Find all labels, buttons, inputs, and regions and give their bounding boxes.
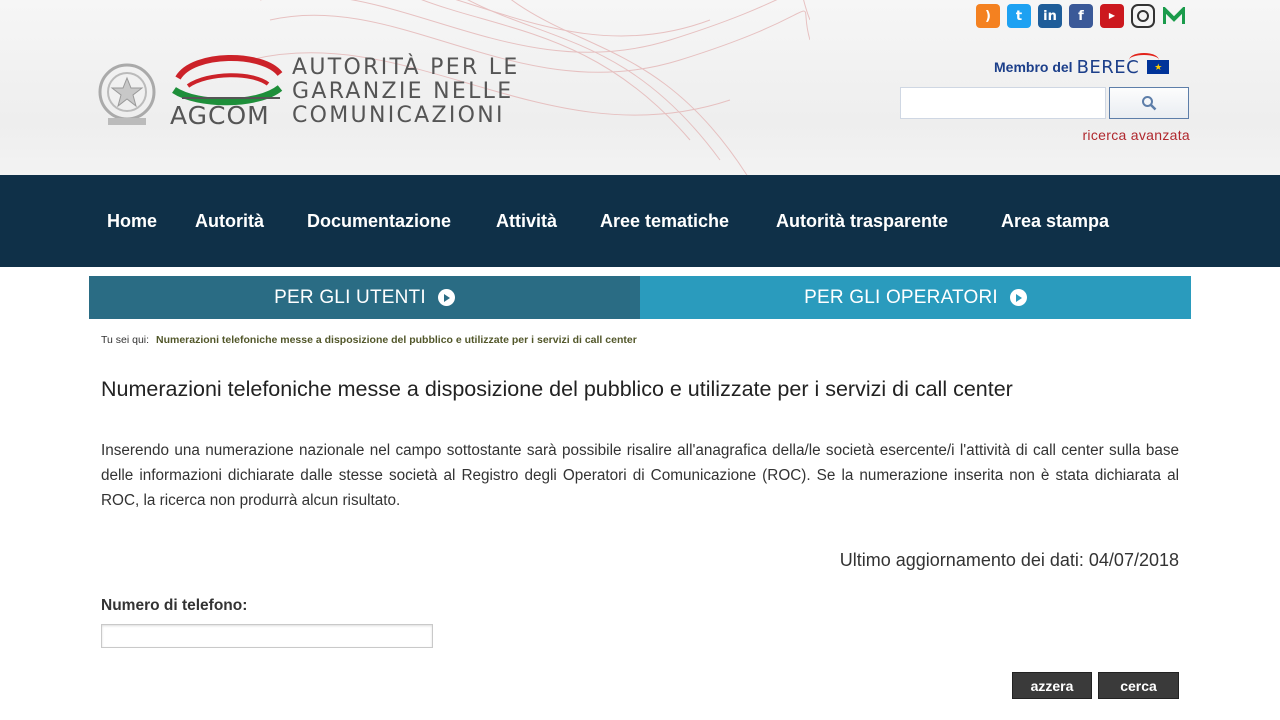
logo-full-name: AUTORITÀ PER LE GARANZIE NELLE COMUNICAZ…: [292, 56, 520, 128]
search-icon: [1142, 96, 1157, 111]
tab-per-gli-operatori[interactable]: PER GLI OPERATORI: [640, 276, 1191, 319]
berec-logo: BEREC: [1076, 52, 1159, 78]
reset-button[interactable]: azzera: [1012, 672, 1092, 699]
arrow-right-icon: [437, 289, 455, 306]
phone-number-input[interactable]: [101, 624, 433, 648]
facebook-icon[interactable]: f: [1069, 4, 1093, 28]
nav-item-home[interactable]: Home: [107, 211, 157, 232]
logo-name-line: COMUNICAZIONI: [292, 103, 505, 128]
nav-item-aree-tematiche[interactable]: Aree tematiche: [600, 211, 729, 232]
last-update-label: Ultimo aggiornamento dei dati:: [839, 550, 1084, 570]
rss-icon[interactable]: ): [976, 4, 1000, 28]
berec-label: Membro del: [994, 59, 1073, 75]
main-navigation: Home Autorità Documentazione Attività Ar…: [0, 175, 1280, 267]
instagram-icon[interactable]: [1131, 4, 1155, 28]
agcom-logo[interactable]: AGCOM AUTORITÀ PER LE GARANZIE NELLE COM…: [168, 50, 548, 136]
page-title: Numerazioni telefoniche messe a disposiz…: [101, 377, 1013, 401]
logo-name-line: GARANZIE NELLE: [292, 79, 514, 104]
last-update-date: 04/07/2018: [1088, 550, 1179, 570]
nav-item-autorita-trasparente[interactable]: Autorità trasparente: [776, 211, 948, 232]
breadcrumb: Tu sei qui: Numerazioni telefoniche mess…: [101, 334, 637, 346]
medium-icon[interactable]: [1162, 4, 1186, 28]
youtube-icon[interactable]: ▶: [1100, 4, 1124, 28]
breadcrumb-label: Tu sei qui:: [101, 334, 150, 346]
nav-item-attivita[interactable]: Attività: [496, 211, 557, 232]
republic-emblem: [98, 63, 156, 125]
tab-label: PER GLI UTENTI: [274, 286, 426, 308]
nav-item-area-stampa[interactable]: Area stampa: [1001, 211, 1109, 232]
phone-number-label: Numero di telefono:: [101, 597, 248, 614]
twitter-icon[interactable]: t: [1007, 4, 1031, 28]
search-button[interactable]: cerca: [1098, 672, 1179, 699]
breadcrumb-current[interactable]: Numerazioni telefoniche messe a disposiz…: [156, 334, 637, 346]
advanced-search-link[interactable]: ricerca avanzata: [1000, 127, 1190, 143]
berec-membership[interactable]: Membro del BEREC ★: [994, 52, 1170, 79]
nav-item-autorita[interactable]: Autorità: [195, 211, 264, 232]
intro-text: Inserendo una numerazione nazionale nel …: [101, 442, 1179, 509]
site-header: AGCOM AUTORITÀ PER LE GARANZIE NELLE COM…: [0, 0, 1280, 175]
tab-per-gli-utenti[interactable]: PER GLI UTENTI: [89, 276, 640, 319]
logo-name-line: AUTORITÀ PER LE: [292, 55, 520, 80]
logo-short-name: AGCOM: [170, 101, 270, 130]
arrow-right-icon: [1009, 289, 1027, 306]
site-search-input[interactable]: [900, 87, 1106, 119]
tab-label: PER GLI OPERATORI: [804, 286, 998, 308]
nav-item-documentazione[interactable]: Documentazione: [307, 211, 451, 232]
linkedin-icon[interactable]: in: [1038, 4, 1062, 28]
site-search-button[interactable]: [1109, 87, 1189, 119]
last-update: Ultimo aggiornamento dei dati: 04/07/2018: [700, 550, 1179, 571]
social-links: ) t in f ▶: [976, 4, 1186, 28]
